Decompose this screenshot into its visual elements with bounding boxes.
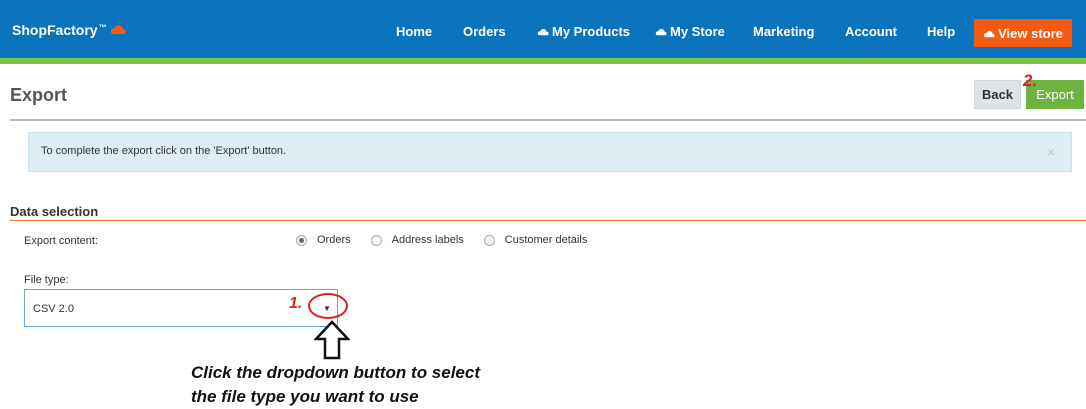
nav-orders-label: Orders: [463, 24, 506, 39]
section-divider: [10, 220, 1086, 221]
radio-orders[interactable]: Orders: [296, 234, 351, 246]
step-2-marker: 2.: [1023, 71, 1038, 90]
step-1-marker: 1.: [289, 295, 303, 312]
back-button-label: Back: [981, 87, 1014, 102]
annotation-line-2: the file type you want to use: [191, 387, 419, 406]
close-icon[interactable]: ×: [1047, 144, 1055, 160]
logo-trademark: ™: [98, 22, 107, 32]
nav-help[interactable]: Help: [927, 24, 955, 39]
nav-marketing[interactable]: Marketing: [753, 24, 814, 39]
cloud-icon: [655, 24, 667, 39]
radio-customer-details[interactable]: Customer details: [483, 234, 588, 246]
cloud-icon: [110, 22, 126, 38]
nav-help-label: Help: [927, 24, 956, 39]
nav-marketing-label: Marketing: [753, 24, 815, 39]
cloud-icon: [983, 26, 995, 41]
up-arrow-icon: [313, 320, 351, 365]
logo-text: ShopFactory: [12, 22, 98, 38]
nav-account[interactable]: Account: [845, 24, 897, 39]
page-title: Export: [10, 85, 68, 105]
file-type-label: File type:: [24, 274, 69, 286]
nav-my-store-label: My Store: [670, 24, 725, 39]
alert-message: To complete the export click on the 'Exp…: [41, 145, 287, 157]
nav-my-products-label: My Products: [552, 24, 631, 39]
export-button-label: Export: [1036, 87, 1074, 102]
file-type-value: CSV 2.0: [33, 303, 74, 315]
nav-orders[interactable]: Orders: [463, 24, 506, 39]
view-store-label: View store: [998, 25, 1063, 41]
radio-customer-details-label: Customer details: [504, 234, 588, 246]
radio-address-labels-label: Address labels: [391, 234, 464, 246]
shopfactory-logo[interactable]: ShopFactory ™: [12, 22, 126, 38]
nav-my-products[interactable]: My Products: [537, 24, 630, 39]
annotation-line-1: Click the dropdown button to select: [191, 363, 480, 382]
nav-home[interactable]: Home: [396, 24, 432, 39]
nav-my-store[interactable]: My Store: [655, 24, 725, 39]
navbar-accent-bar: [0, 58, 1086, 64]
radio-address-labels[interactable]: Address labels: [370, 234, 464, 246]
cloud-icon: [537, 24, 549, 39]
export-content-radio-group: Orders Address labels Customer details: [296, 234, 607, 246]
export-content-label: Export content:: [24, 235, 98, 247]
radio-button[interactable]: [483, 234, 495, 246]
radio-button-checked[interactable]: [296, 234, 307, 246]
radio-button[interactable]: [370, 234, 382, 246]
section-title-data-selection: Data selection: [10, 204, 99, 219]
info-alert: To complete the export click on the 'Exp…: [28, 132, 1072, 172]
radio-orders-label: Orders: [317, 234, 351, 246]
header-divider: [10, 119, 1086, 121]
nav-account-label: Account: [845, 24, 897, 39]
annotation-circle: [308, 293, 348, 319]
view-store-button[interactable]: View store: [974, 19, 1072, 47]
nav-home-label: Home: [396, 24, 433, 39]
back-button[interactable]: Back: [974, 80, 1021, 109]
annotation-instruction: Click the dropdown button to select the …: [191, 361, 480, 409]
